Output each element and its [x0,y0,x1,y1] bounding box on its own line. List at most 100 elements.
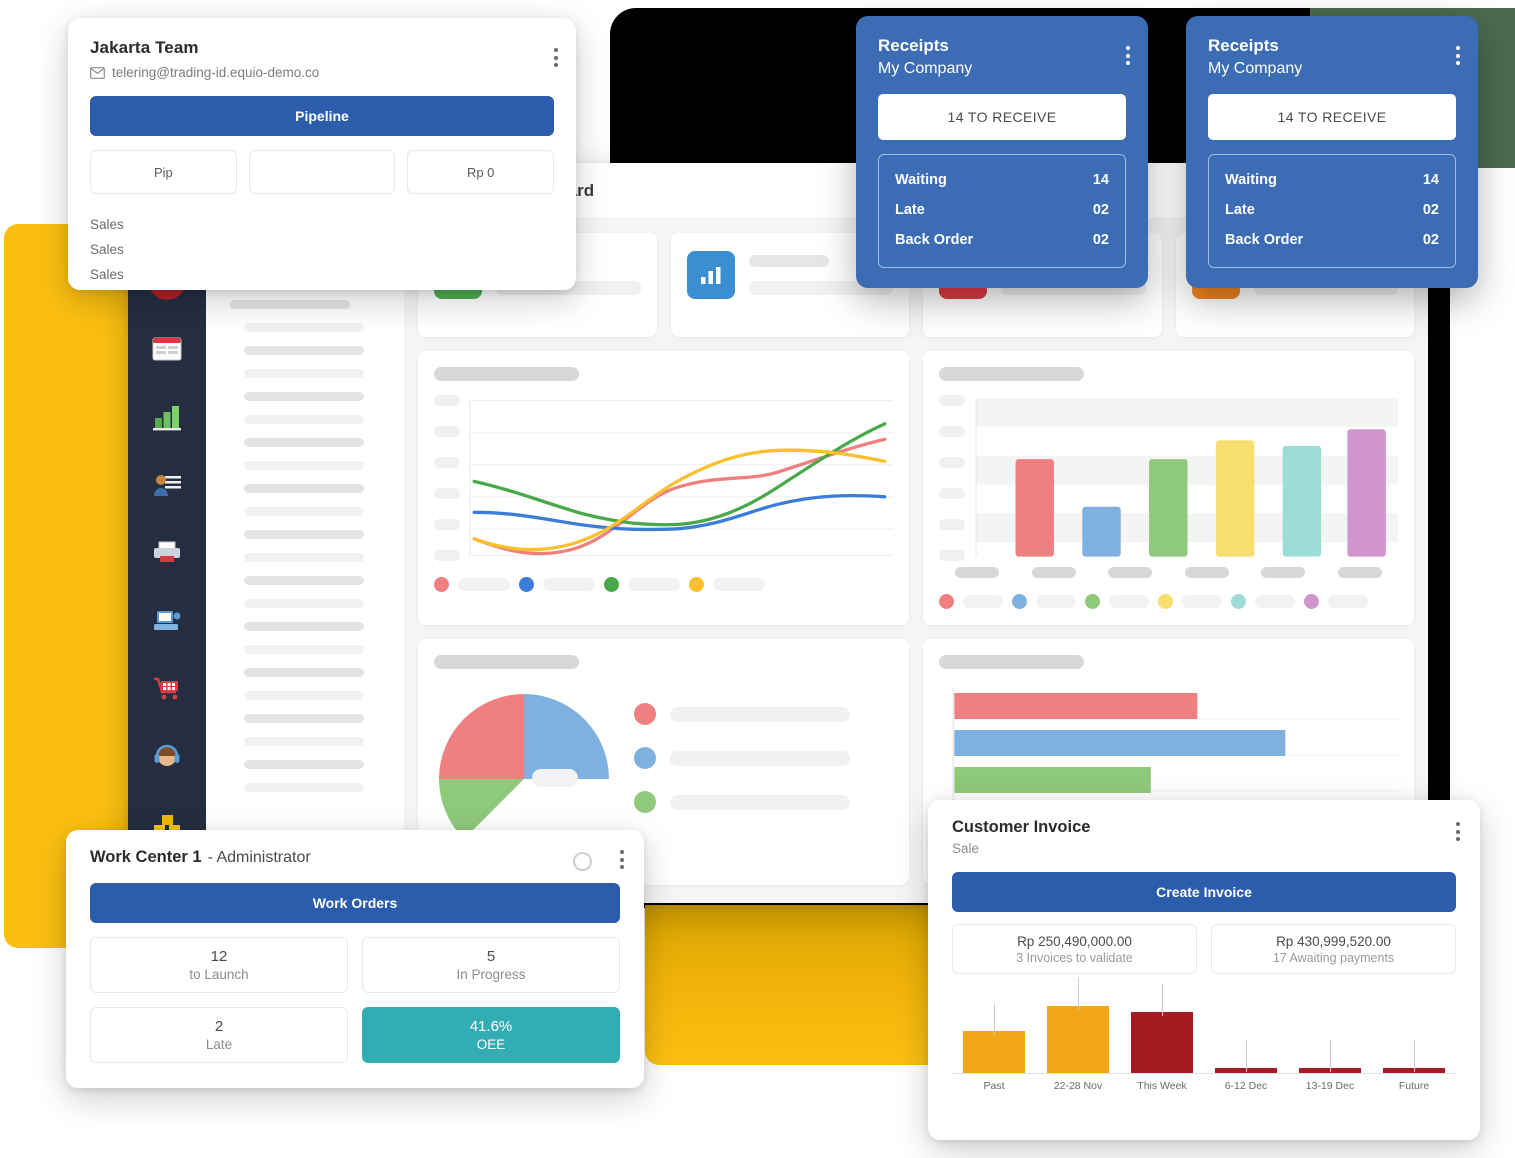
legend-swatch [939,594,954,609]
stat-label: Late [895,202,925,218]
bar-past[interactable] [962,1003,1025,1073]
more-options-icon[interactable] [1126,46,1130,65]
stat-value: 02 [1092,202,1109,218]
legend-swatch [634,747,656,769]
bar-22-28-nov[interactable] [1046,978,1109,1073]
sidebar-item-headset-support[interactable] [146,736,188,778]
cell-label: Late [205,1037,233,1052]
bar-chart-icon [686,251,735,299]
work-center-row-2: 2 Late 41.6% OEE [90,1007,620,1063]
more-options-icon[interactable] [1456,822,1460,841]
bar-13-19-dec[interactable] [1298,1040,1361,1073]
more-options-icon[interactable] [620,850,624,869]
stat-value: 02 [1092,232,1109,248]
create-invoice-button[interactable]: Create Invoice [952,872,1456,912]
pos-terminal-icon [154,611,181,630]
invoice-bar-columns [952,978,1456,1074]
stat-row[interactable]: Waiting 14 [1225,165,1439,195]
nav-placeholder [244,530,364,539]
bar-column [1293,988,1366,1073]
cell-value: 41.6% [469,1018,513,1035]
legend-swatch [634,703,656,725]
chart-title-placeholder [434,367,579,381]
sidebar-item-printer[interactable] [146,532,188,574]
cell-label: to Launch [189,967,249,982]
legend-label-placeholder [1109,595,1149,608]
line-chart-legend [434,577,893,592]
x-label-placeholder [1184,567,1229,578]
legend-swatch [434,577,449,592]
work-orders-button[interactable]: Work Orders [90,883,620,923]
bar-this-week[interactable] [1130,984,1193,1073]
to-receive-button[interactable]: 14 TO RECEIVE [878,94,1126,140]
sidebar-item-bar-chart[interactable] [146,396,188,438]
jakarta-stat-cell[interactable]: Pip [90,150,237,194]
chart-title-placeholder [434,655,579,669]
x-label-placeholder [1337,567,1382,578]
work-center-cell-oee[interactable]: 41.6% OEE [362,1007,620,1063]
chart-title-placeholder [939,367,1084,381]
horizontal-bar-chart-svg [952,687,1398,803]
cell-value: 12 [210,948,228,965]
circle-outline-icon[interactable] [573,852,592,871]
stat-row[interactable]: Back Order 02 [895,225,1109,255]
customer-invoice-stats: Rp 250,490,000.00 3 Invoices to validate… [952,924,1456,974]
nav-placeholder [244,369,364,378]
legend-swatch [604,577,619,592]
stat-row[interactable]: Late 02 [895,195,1109,225]
bar-column [1125,984,1198,1073]
stat-row[interactable]: Waiting 14 [895,165,1109,195]
invoice-stat-to-validate[interactable]: Rp 250,490,000.00 3 Invoices to validate [952,924,1197,974]
stat-label: Waiting [1225,172,1277,188]
legend-label-placeholder [1255,595,1295,608]
stat-row[interactable]: Back Order 02 [1225,225,1439,255]
bar-column [1209,988,1282,1073]
legend-swatch [1012,594,1027,609]
stat-row[interactable]: Late 02 [1225,195,1439,225]
work-center-cell-in-progress[interactable]: 5 In Progress [362,937,620,993]
card-subtitle: - Administrator [207,848,311,866]
presenter-icon [154,475,181,496]
more-options-icon[interactable] [1456,46,1460,65]
x-axis-label: 13-19 Dec [1305,1080,1355,1092]
bar-future[interactable] [1382,1040,1445,1073]
nav-placeholder [244,599,364,608]
x-label-placeholder [1108,567,1153,578]
sidebar-item-pos-terminal[interactable] [146,600,188,642]
sidebar-item-presenter[interactable] [146,464,188,506]
stat-label: Back Order [1225,232,1304,248]
email-text: telering@trading-id.equio-demo.co [112,65,320,80]
stat-label: Back Order [895,232,974,248]
jakarta-stat-cell[interactable]: Rp 0 [407,150,555,194]
card-title: Jakarta Team [90,38,199,57]
legend-item [634,747,893,769]
shopping-cart-icon [154,677,178,700]
card-subtitle: Sale [952,841,980,856]
chart-title-placeholder [939,655,1084,669]
invoice-bar-chart: Past 22-28 Nov This Week 6-12 Dec 13-19 … [952,978,1456,1092]
x-label-placeholder [1261,567,1306,578]
bar-6-12-dec[interactable] [1214,1040,1277,1073]
printer-icon [154,541,180,562]
nav-placeholder [244,737,364,746]
card-title: Receipts [878,36,949,55]
stat-value: 02 [1422,232,1439,248]
legend-swatch [634,791,656,813]
to-receive-button[interactable]: 14 TO RECEIVE [1208,94,1456,140]
sidebar-item-newspaper[interactable] [146,328,188,370]
jakarta-team-card: Jakarta Team telering@trading-id.equio-d… [68,18,576,290]
more-options-icon[interactable] [554,48,558,67]
legend-label-placeholder [963,595,1003,608]
sidebar-item-shopping-cart[interactable] [146,668,188,710]
card-subtitle: My Company [1208,60,1303,77]
legend-item [634,703,893,725]
stat-label: 17 Awaiting payments [1272,950,1395,965]
pie-chart-legend [634,689,893,869]
work-center-cell-to-launch[interactable]: 12 to Launch [90,937,348,993]
work-center-header: Work Center 1 - Administrator [90,848,620,867]
work-center-cell-late[interactable]: 2 Late [90,1007,348,1063]
invoice-stat-awaiting-payments[interactable]: Rp 430,999,520.00 17 Awaiting payments [1211,924,1456,974]
jakarta-stat-cell[interactable] [248,150,396,194]
bar-chart-svg [975,398,1398,557]
pipeline-button[interactable]: Pipeline [90,96,554,136]
